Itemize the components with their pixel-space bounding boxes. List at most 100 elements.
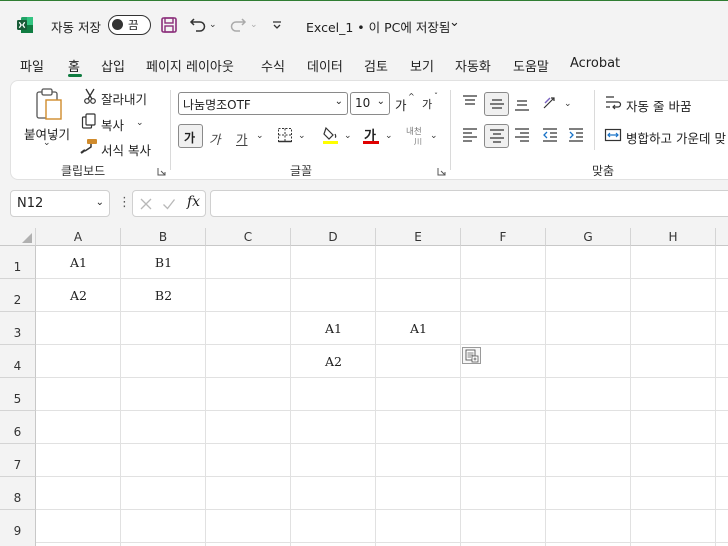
shrink-font-button[interactable]: 가 — [422, 96, 432, 112]
font-color-dropdown-icon[interactable]: ⌄ — [385, 131, 393, 141]
title-chevron-icon[interactable]: ⌄ — [449, 15, 460, 30]
tab-acrobat[interactable]: Acrobat — [570, 56, 620, 71]
font-name-select[interactable]: 나눔명조OTF ⌄ — [178, 92, 348, 115]
save-icon[interactable] — [159, 15, 179, 35]
tab-automate[interactable]: 자동화 — [455, 56, 491, 75]
row-header-9[interactable]: 9 — [0, 510, 36, 546]
column-header-c[interactable]: C — [206, 228, 291, 246]
gridline — [290, 246, 291, 546]
font-color-button[interactable]: 가 — [362, 125, 380, 145]
tab-formulas[interactable]: 수식 — [261, 56, 285, 75]
redo-dropdown-icon: ⌄ — [250, 20, 258, 30]
align-top-icon[interactable] — [461, 94, 479, 113]
bold-button[interactable]: 가 — [178, 124, 203, 148]
more-options-icon[interactable]: ⋮ — [118, 195, 131, 210]
cell-b1[interactable]: B1 — [121, 255, 206, 270]
tab-review[interactable]: 검토 — [364, 56, 388, 75]
copy-dropdown-icon[interactable]: ⌄ — [136, 118, 144, 128]
fill-color-icon[interactable] — [322, 125, 340, 148]
column-header-g[interactable]: G — [546, 228, 631, 246]
format-painter-label[interactable]: 서식 복사 — [101, 140, 151, 159]
cell-a2[interactable]: A2 — [36, 288, 121, 303]
phonetic-dropdown-icon[interactable]: ⌄ — [430, 131, 438, 141]
cell-d3[interactable]: A1 — [291, 321, 376, 336]
copy-label[interactable]: 복사 — [101, 115, 124, 134]
row-header-1[interactable]: 1 — [0, 246, 36, 279]
row-header-5[interactable]: 5 — [0, 378, 36, 411]
orientation-icon[interactable] — [541, 94, 561, 115]
cell-a1[interactable]: A1 — [36, 255, 121, 270]
paste-icon[interactable] — [34, 87, 64, 121]
align-center-button[interactable] — [484, 124, 509, 148]
phonetic-mark: 川 — [414, 137, 422, 146]
align-bottom-icon[interactable] — [513, 96, 531, 115]
clipboard-launcher-icon[interactable] — [157, 165, 166, 179]
cut-icon[interactable] — [83, 88, 97, 107]
font-name-value: 나눔명조OTF — [183, 98, 251, 112]
bold-glyph: 가 — [184, 131, 196, 145]
gridline — [460, 246, 461, 546]
autosave-state: 끔 — [128, 18, 139, 32]
fill-color-dropdown-icon[interactable]: ⌄ — [344, 131, 352, 141]
font-launcher-icon[interactable] — [437, 165, 446, 179]
paste-dropdown-icon[interactable]: ⌄ — [43, 138, 51, 148]
align-left-icon[interactable] — [461, 127, 479, 146]
decrease-indent-icon[interactable] — [541, 127, 559, 146]
cut-label[interactable]: 잘라내기 — [101, 89, 147, 108]
tab-data[interactable]: 데이터 — [307, 56, 343, 75]
enter-icon[interactable] — [162, 197, 176, 211]
formula-input[interactable] — [210, 190, 728, 217]
column-header-f[interactable]: F — [461, 228, 546, 246]
tab-insert[interactable]: 삽입 — [101, 56, 125, 75]
tab-page-layout[interactable]: 페이지 레이아웃 — [146, 56, 234, 75]
tab-view[interactable]: 보기 — [410, 56, 434, 75]
column-header-h[interactable]: H — [631, 228, 716, 246]
row-header-4[interactable]: 4 — [0, 345, 36, 378]
paste-options-button[interactable] — [462, 347, 481, 364]
row-header-8[interactable]: 8 — [0, 477, 36, 510]
row-header-7[interactable]: 7 — [0, 444, 36, 477]
undo-icon[interactable] — [188, 15, 208, 35]
italic-button[interactable]: 가 — [209, 129, 221, 148]
align-middle-button[interactable] — [484, 92, 509, 116]
tab-file[interactable]: 파일 — [20, 56, 44, 75]
merge-center-icon[interactable] — [604, 127, 622, 146]
cell-e3[interactable]: A1 — [376, 321, 461, 336]
insert-function-button[interactable]: fx — [187, 194, 200, 210]
column-header-a[interactable]: A — [36, 228, 121, 246]
column-header-b[interactable]: B — [121, 228, 206, 246]
file-title[interactable]: Excel_1 • 이 PC에 저장됨 — [306, 17, 450, 36]
column-header-d[interactable]: D — [291, 228, 376, 246]
increase-indent-icon[interactable] — [567, 127, 585, 146]
autosave-toggle[interactable]: 끔 — [108, 15, 151, 35]
underline-button[interactable]: 가 — [236, 129, 248, 148]
column-header-e[interactable]: E — [376, 228, 461, 246]
tab-help[interactable]: 도움말 — [513, 56, 549, 75]
tab-home[interactable]: 홈 — [68, 56, 80, 75]
name-box[interactable]: N12 ⌄ — [10, 190, 110, 217]
undo-dropdown-icon[interactable]: ⌄ — [209, 20, 217, 30]
wrap-text-icon[interactable] — [604, 94, 622, 115]
cell-b2[interactable]: B2 — [121, 288, 206, 303]
customize-toolbar-icon[interactable] — [267, 15, 287, 35]
orientation-dropdown-icon[interactable]: ⌄ — [564, 99, 572, 109]
font-size-select[interactable]: 10 ⌄ — [350, 92, 390, 115]
underline-dropdown-icon[interactable]: ⌄ — [256, 131, 264, 141]
select-all-corner[interactable] — [0, 228, 36, 246]
worksheet-grid[interactable] — [0, 228, 728, 546]
cancel-icon[interactable] — [139, 197, 153, 211]
wrap-text-label[interactable]: 자동 줄 바꿈 — [626, 96, 691, 115]
borders-dropdown-icon[interactable]: ⌄ — [298, 131, 306, 141]
cell-d4[interactable]: A2 — [291, 354, 376, 369]
align-right-icon[interactable] — [513, 127, 531, 146]
row-header-2[interactable]: 2 — [0, 279, 36, 312]
merge-center-label[interactable]: 병합하고 가운데 맞 — [626, 128, 726, 147]
format-painter-icon[interactable] — [80, 138, 98, 157]
copy-icon[interactable] — [81, 113, 97, 132]
grow-font-button[interactable]: 가 — [395, 95, 407, 114]
row-header-3[interactable]: 3 — [0, 312, 36, 345]
borders-icon[interactable] — [277, 127, 293, 146]
clipboard-group-label: 클립보드 — [61, 164, 106, 178]
row-header-6[interactable]: 6 — [0, 411, 36, 444]
gridline — [36, 410, 728, 411]
